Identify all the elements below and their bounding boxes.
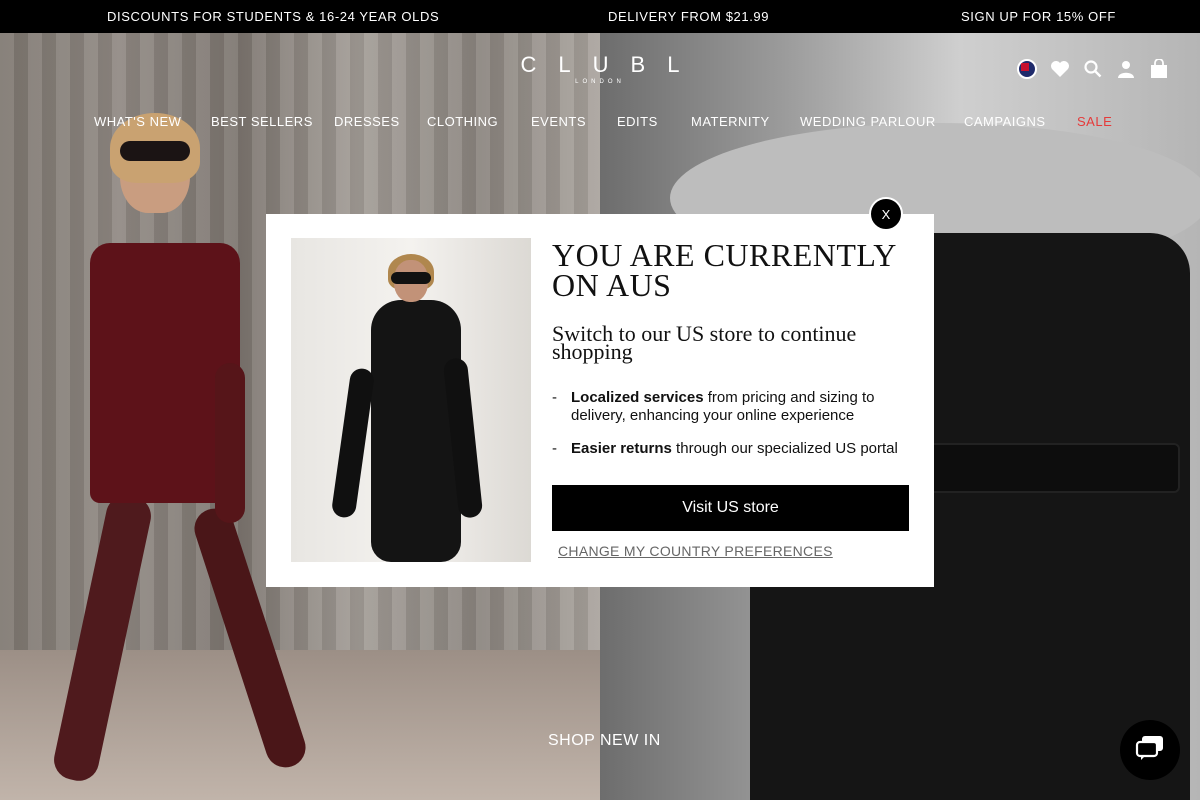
main-nav: WHAT'S NEW BEST SELLERS DRESSES CLOTHING… bbox=[0, 114, 1200, 130]
promo-signup[interactable]: SIGN UP FOR 15% OFF bbox=[961, 9, 1116, 24]
search-icon[interactable] bbox=[1082, 58, 1104, 80]
user-icon[interactable] bbox=[1115, 58, 1137, 80]
nav-item-best-sellers[interactable]: BEST SELLERS bbox=[211, 114, 313, 129]
close-modal-button[interactable]: X bbox=[869, 197, 903, 231]
nav-item-whats-new[interactable]: WHAT'S NEW bbox=[94, 114, 181, 129]
modal-subtitle: Switch to our US store to continue shopp… bbox=[552, 321, 857, 364]
site-logo[interactable]: CLUBL LONDON bbox=[520, 52, 680, 85]
header-icons bbox=[1005, 58, 1170, 80]
benefit-bold: Easier returns bbox=[571, 440, 672, 457]
logo-subtext: LONDON bbox=[575, 79, 625, 85]
promo-bar: DISCOUNTS FOR STUDENTS & 16-24 YEAR OLDS… bbox=[0, 0, 1200, 33]
modal-title: YOU ARE CURRENTLY ON AUS bbox=[552, 237, 896, 303]
nav-item-dresses[interactable]: DRESSES bbox=[334, 114, 400, 129]
benefit-bold: Localized services bbox=[571, 389, 704, 406]
visit-us-store-button[interactable]: Visit US store bbox=[552, 485, 909, 531]
nav-item-events[interactable]: EVENTS bbox=[531, 114, 586, 129]
nav-item-maternity[interactable]: MATERNITY bbox=[691, 114, 770, 129]
country-modal: YOU ARE CURRENTLY ON AUS Switch to our U… bbox=[266, 214, 934, 587]
shop-new-in-link[interactable]: SHOP NEW IN bbox=[548, 732, 661, 750]
benefit-item: - Localized services from pricing and si… bbox=[552, 389, 912, 425]
nav-item-edits[interactable]: EDITS bbox=[617, 114, 658, 129]
logo-text: CLUBL bbox=[520, 52, 702, 77]
chat-button[interactable] bbox=[1120, 720, 1180, 780]
nav-item-clothing[interactable]: CLOTHING bbox=[427, 114, 498, 129]
flag-icon[interactable] bbox=[1016, 58, 1038, 80]
promo-students[interactable]: DISCOUNTS FOR STUDENTS & 16-24 YEAR OLDS bbox=[107, 9, 439, 24]
modal-image bbox=[291, 238, 531, 562]
list-dash: - bbox=[552, 389, 557, 406]
nav-item-campaigns[interactable]: CAMPAIGNS bbox=[964, 114, 1046, 129]
promo-delivery[interactable]: DELIVERY FROM $21.99 bbox=[608, 9, 769, 24]
heart-icon[interactable] bbox=[1049, 58, 1071, 80]
benefit-text: through our specialized US portal bbox=[671, 440, 898, 457]
change-country-link[interactable]: CHANGE MY COUNTRY PREFERENCES bbox=[558, 543, 833, 559]
bag-icon[interactable] bbox=[1148, 58, 1170, 80]
list-dash: - bbox=[552, 440, 557, 457]
chat-icon bbox=[1135, 734, 1165, 767]
benefit-item: - Easier returns through our specialized… bbox=[552, 440, 912, 458]
nav-item-wedding-parlour[interactable]: WEDDING PARLOUR bbox=[800, 114, 936, 129]
nav-item-sale[interactable]: SALE bbox=[1077, 114, 1112, 129]
